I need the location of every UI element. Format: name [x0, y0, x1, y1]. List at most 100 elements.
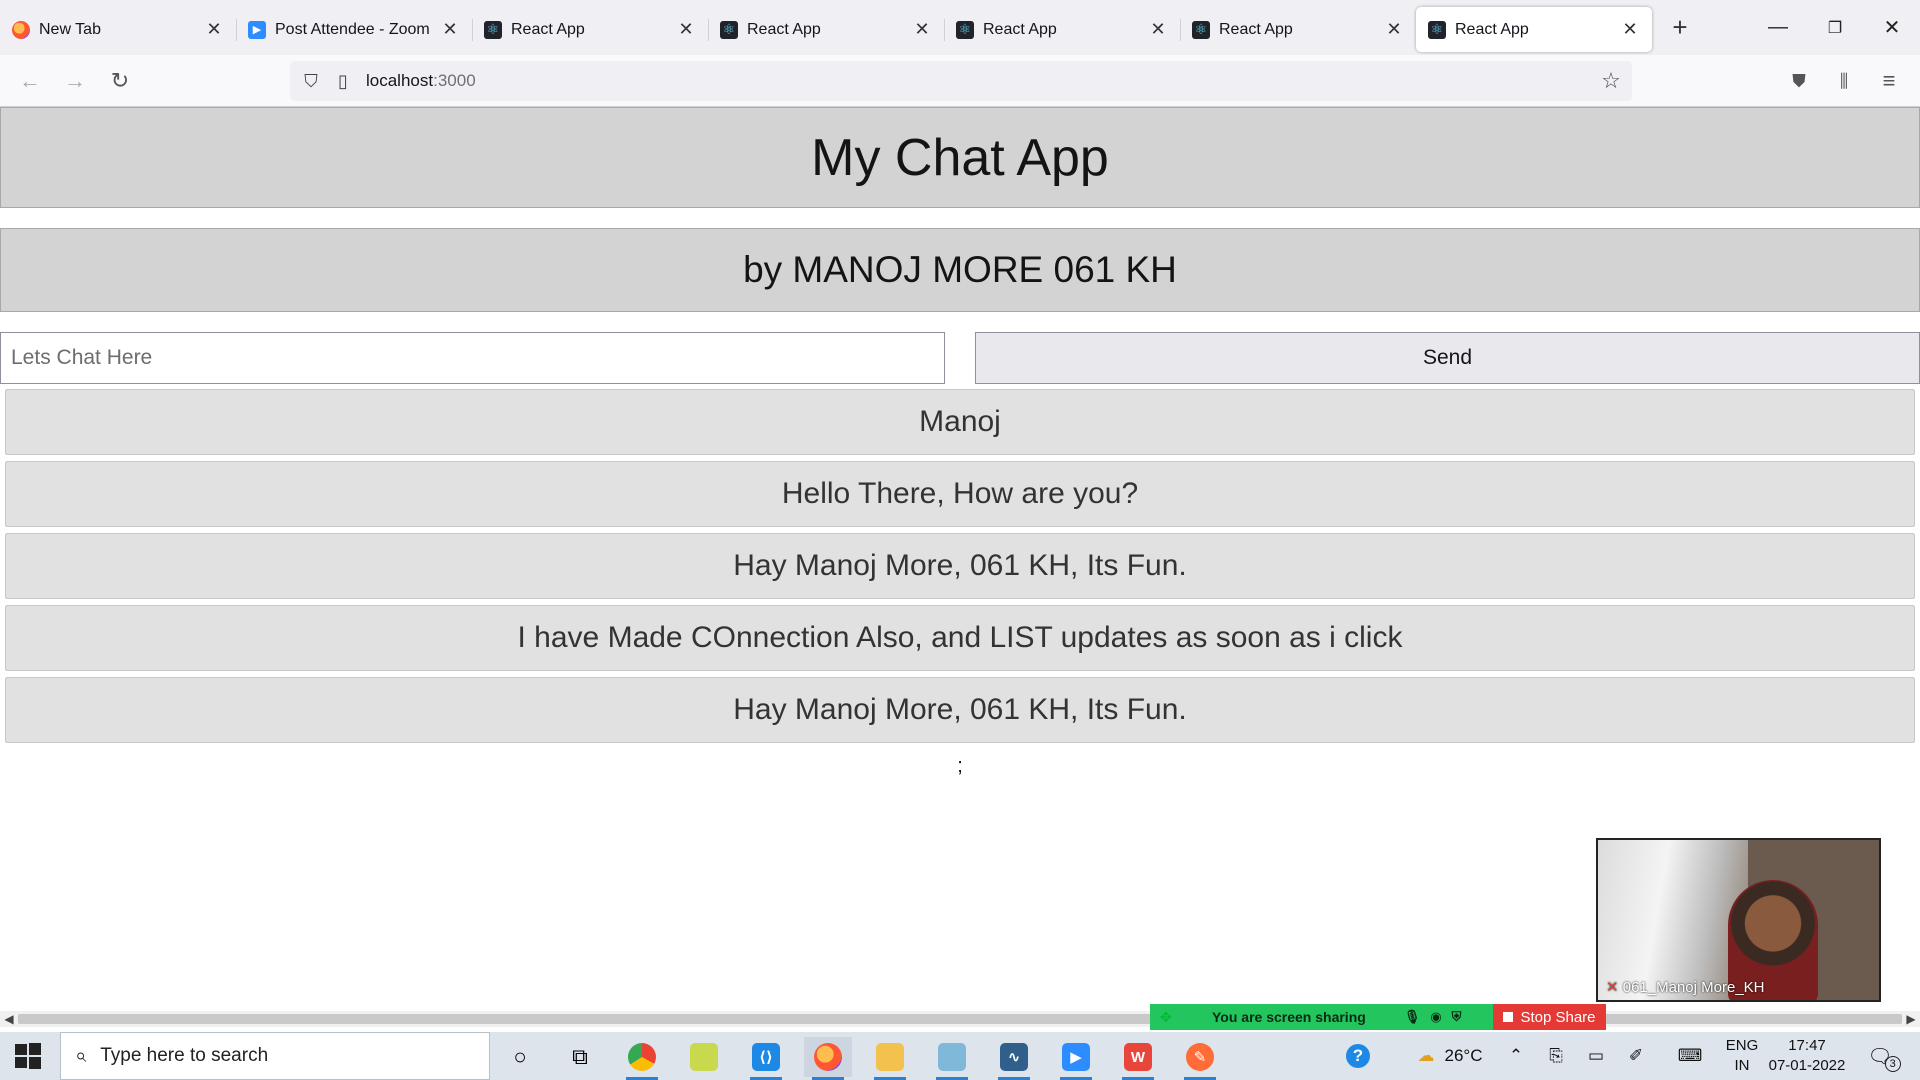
- device-icon[interactable]: ⎘: [1544, 1032, 1568, 1080]
- weather-cloud-icon: ☁: [1417, 1046, 1435, 1065]
- notification-center-icon[interactable]: 🗨 3: [1864, 1032, 1904, 1080]
- battery-icon[interactable]: ▭: [1584, 1032, 1608, 1080]
- react-icon: ⚛: [484, 20, 502, 39]
- message-item: Hay Manoj More, 061 KH, Its Fun.: [5, 533, 1915, 599]
- chrome-icon[interactable]: [618, 1037, 666, 1080]
- share-status[interactable]: ✥ You are screen sharing 🎙 ◉ ⛨: [1150, 1004, 1493, 1030]
- close-icon[interactable]: ✕: [1148, 19, 1168, 40]
- close-icon[interactable]: ✕: [204, 19, 224, 40]
- close-icon[interactable]: ✕: [440, 19, 460, 40]
- restore-button[interactable]: ❐: [1807, 0, 1863, 55]
- library-icon[interactable]: ⫼: [1826, 63, 1862, 99]
- taskbar-search[interactable]: ⌕ Type here to search: [60, 1032, 490, 1080]
- zoom-share-bar: ✥ You are screen sharing 🎙 ◉ ⛨ Stop Shar…: [1150, 1004, 1606, 1030]
- tab-strip: New Tab ✕ ▶ Post Attendee - Zoom ✕ ⚛ Rea…: [0, 0, 1920, 55]
- stop-share-label: Stop Share: [1520, 1008, 1596, 1026]
- close-icon[interactable]: ✕: [1384, 19, 1404, 40]
- reload-icon[interactable]: ↻: [102, 63, 138, 99]
- search-placeholder: Type here to search: [100, 1045, 269, 1066]
- tab-label: React App: [511, 20, 585, 38]
- scroll-left-icon[interactable]: ◀: [0, 1011, 18, 1027]
- message-list: Manoj Hello There, How are you? Hay Mano…: [5, 389, 1915, 749]
- tab-label: React App: [747, 20, 821, 38]
- trailing-text: ;: [957, 755, 963, 777]
- tab-react-app-2[interactable]: ⚛ React App ✕: [708, 7, 945, 52]
- minimize-button[interactable]: —: [1750, 0, 1806, 55]
- react-icon: ⚛: [1428, 20, 1446, 39]
- notepad-icon[interactable]: [928, 1037, 976, 1080]
- react-icon: ⚛: [1192, 20, 1210, 39]
- horizontal-scrollbar[interactable]: ◀ ▶: [0, 1011, 1920, 1027]
- message-item: I have Made COnnection Also, and LIST up…: [5, 605, 1915, 671]
- close-icon[interactable]: ✕: [1620, 19, 1640, 40]
- search-icon: ⌕: [75, 1044, 87, 1067]
- app-byline: by MANOJ MORE 061 KH: [0, 228, 1920, 312]
- tab-label: New Tab: [39, 20, 101, 38]
- scrollbar-thumb[interactable]: [18, 1014, 1902, 1024]
- url-bar[interactable]: ⛉ ▯ localhost :3000 ☆: [290, 61, 1632, 101]
- folder-icon[interactable]: [866, 1037, 914, 1080]
- url-host: localhost: [366, 71, 434, 90]
- file-explorer-icon[interactable]: [680, 1037, 728, 1077]
- weather-widget[interactable]: ☁ 26°C: [1400, 1032, 1500, 1080]
- chat-input[interactable]: [0, 332, 945, 384]
- clock-date: 07-01-2022: [1768, 1057, 1846, 1074]
- stop-icon: [1503, 1012, 1514, 1022]
- postman-icon[interactable]: ✎: [1176, 1037, 1224, 1080]
- message-item: Hay Manoj More, 061 KH, Its Fun.: [5, 677, 1915, 743]
- weather-temp: 26°C: [1444, 1046, 1483, 1065]
- security-shield-icon: ⛨: [1451, 1009, 1462, 1024]
- record-icon: ◉: [1430, 1009, 1442, 1024]
- firefox-taskbar-icon[interactable]: [804, 1037, 852, 1080]
- zoom-video-tile[interactable]: ✕ 061_Manoj More_KH: [1596, 838, 1881, 1002]
- firefox-icon: [12, 20, 30, 39]
- participant-name-label: 061_Manoj More_KH: [1622, 979, 1765, 996]
- cortana-icon[interactable]: ○: [496, 1037, 544, 1077]
- tab-label: React App: [1455, 20, 1529, 38]
- vscode-icon[interactable]: ⟨⟩: [742, 1037, 790, 1080]
- tab-zoom[interactable]: ▶ Post Attendee - Zoom ✕: [236, 7, 473, 52]
- clock[interactable]: 17:47 07-01-2022: [1764, 1032, 1850, 1080]
- tab-react-app-active[interactable]: ⚛ React App ✕: [1416, 7, 1652, 52]
- pocket-icon[interactable]: ⛊: [1781, 63, 1817, 99]
- react-icon: ⚛: [956, 20, 974, 39]
- tab-react-app-1[interactable]: ⚛ React App ✕: [472, 7, 709, 52]
- back-arrow-icon[interactable]: ←: [12, 63, 48, 99]
- share-status-text: You are screen sharing: [1212, 1009, 1366, 1025]
- windows-start-icon[interactable]: [14, 1042, 42, 1070]
- tab-react-app-4[interactable]: ⚛ React App ✕: [1180, 7, 1416, 52]
- tab-react-app-3[interactable]: ⚛ React App ✕: [944, 7, 1181, 52]
- mysql-workbench-icon[interactable]: ∿: [990, 1037, 1038, 1080]
- help-icon[interactable]: ?: [1340, 1032, 1376, 1080]
- hamburger-menu-icon[interactable]: ≡: [1871, 63, 1907, 99]
- tab-label: Post Attendee - Zoom: [275, 20, 430, 38]
- keyboard-layout-icon[interactable]: ⌨: [1676, 1032, 1704, 1080]
- office-icon[interactable]: W: [1114, 1037, 1162, 1080]
- message-item: Hello There, How are you?: [5, 461, 1915, 527]
- chevron-up-icon[interactable]: ⌃: [1504, 1032, 1528, 1080]
- stop-share-button[interactable]: Stop Share: [1493, 1004, 1606, 1030]
- pen-icon[interactable]: ✐: [1624, 1032, 1648, 1080]
- task-view-icon[interactable]: ⧉: [556, 1037, 604, 1077]
- shield-icon[interactable]: ⛉: [298, 68, 324, 94]
- region-code: IN: [1734, 1057, 1750, 1074]
- close-icon[interactable]: ✕: [912, 19, 932, 40]
- forward-arrow-icon[interactable]: →: [57, 63, 93, 99]
- drag-handle-icon[interactable]: ✥: [1160, 1009, 1178, 1026]
- muted-mic-icon: ✕: [1606, 979, 1619, 996]
- language-code: ENG: [1725, 1037, 1759, 1054]
- window-close-button[interactable]: ✕: [1864, 0, 1920, 55]
- tab-label: React App: [983, 20, 1057, 38]
- scroll-right-icon[interactable]: ▶: [1902, 1011, 1920, 1027]
- react-icon: ⚛: [720, 20, 738, 39]
- close-icon[interactable]: ✕: [676, 19, 696, 40]
- mic-icon[interactable]: 🎙: [1404, 1009, 1421, 1025]
- send-button[interactable]: Send: [975, 332, 1920, 384]
- new-tab-button[interactable]: +: [1660, 8, 1700, 48]
- zoom-icon: ▶: [248, 20, 266, 39]
- language-indicator[interactable]: ENG IN: [1720, 1032, 1764, 1080]
- tab-new-tab[interactable]: New Tab ✕: [0, 7, 237, 52]
- bookmark-star-icon[interactable]: ☆: [1598, 68, 1624, 94]
- url-port: :3000: [433, 71, 476, 90]
- zoom-taskbar-icon[interactable]: ▶: [1052, 1037, 1100, 1080]
